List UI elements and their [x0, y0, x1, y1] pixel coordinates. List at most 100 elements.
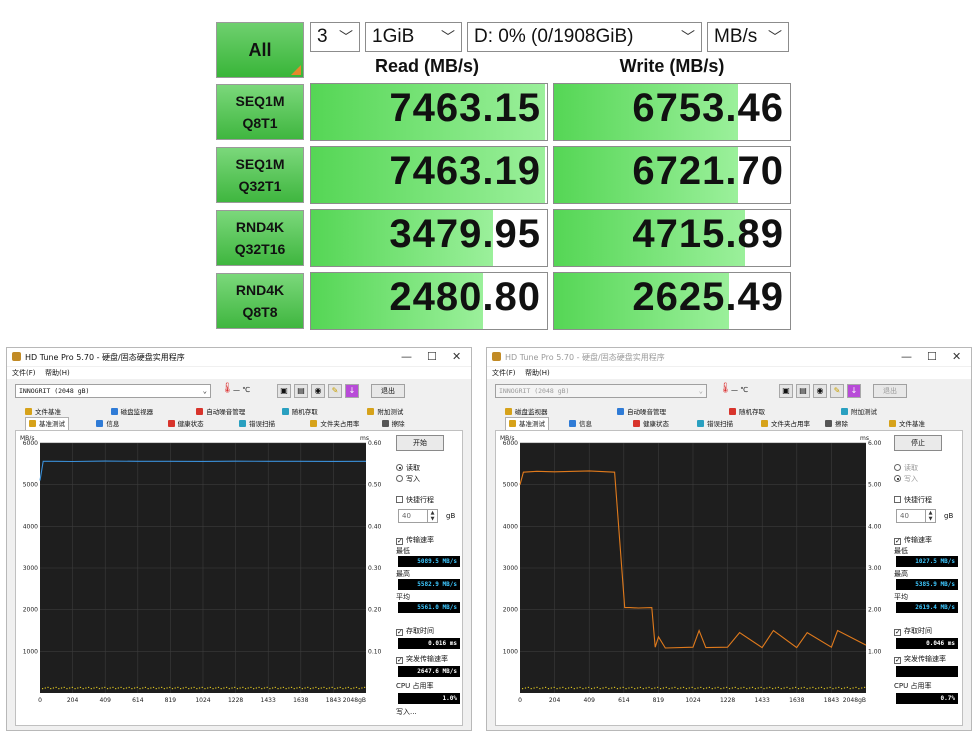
- minimize-icon[interactable]: —: [901, 350, 912, 363]
- download-icon[interactable]: ↓: [847, 384, 861, 398]
- transfer-rate-checkbox[interactable]: ✓ 传输速率: [396, 535, 434, 545]
- avg-value: 5561.0 MB/s: [398, 602, 460, 613]
- tab-3[interactable]: 错误扫描: [697, 418, 733, 430]
- spinner-arrows-icon[interactable]: ▲ ▼: [427, 510, 437, 522]
- short-stroke-checkbox[interactable]: 快捷行程: [396, 495, 434, 505]
- test-size-select[interactable]: 1GiB ﹀: [365, 22, 462, 52]
- tab-1[interactable]: 信息: [96, 418, 119, 430]
- copy-icon[interactable]: ▣: [779, 384, 793, 398]
- access-time-checkbox[interactable]: ✓ 存取时间: [396, 626, 434, 636]
- access-time-point: [58, 688, 60, 690]
- access-time-point: [188, 688, 190, 690]
- tab-3[interactable]: 附加测试: [841, 406, 877, 418]
- menu-file[interactable]: 文件(F): [12, 368, 36, 378]
- tab-4[interactable]: 文件夹占用率: [761, 418, 810, 430]
- copy-all-icon[interactable]: ▤: [294, 384, 308, 398]
- write-result-value: 2625.49: [632, 275, 784, 319]
- tab-5[interactable]: 擦除: [825, 418, 848, 430]
- burst-rate-checkbox[interactable]: ✓ 突发传输速率: [894, 654, 946, 664]
- test-button-3[interactable]: RND4K Q8T8: [216, 273, 304, 329]
- options-icon[interactable]: ✎: [830, 384, 844, 398]
- spinner-arrows-icon[interactable]: ▲ ▼: [925, 510, 935, 522]
- tab-4[interactable]: 文件夹占用率: [310, 418, 359, 430]
- burst-rate-value: [896, 666, 958, 677]
- tab-label: 健康状态: [177, 420, 204, 428]
- tab-4[interactable]: 附加测试: [367, 406, 403, 418]
- tab-icon: [697, 420, 704, 427]
- access-time-checkbox[interactable]: ✓ 存取时间: [894, 626, 932, 636]
- drive-select[interactable]: D: 0% (0/1908GiB) ﹀: [467, 22, 702, 52]
- test-count-value: 3: [317, 26, 328, 47]
- maximize-icon[interactable]: ☐: [927, 350, 937, 363]
- app-icon: [12, 352, 21, 361]
- maximize-icon[interactable]: ☐: [427, 350, 437, 363]
- tab-2[interactable]: 健康状态: [167, 418, 204, 430]
- read-radio[interactable]: 读取: [894, 463, 918, 473]
- access-time-point: [573, 688, 575, 690]
- tab-label: 擦除: [391, 420, 405, 428]
- access-time-point: [766, 687, 768, 689]
- exit-button[interactable]: 退出: [371, 384, 405, 398]
- write-radio[interactable]: 写入: [894, 474, 918, 484]
- tab-1[interactable]: 自动噪音管理: [617, 406, 666, 418]
- all-button[interactable]: All: [216, 22, 304, 78]
- options-icon[interactable]: ✎: [328, 384, 342, 398]
- close-icon[interactable]: ✕: [952, 350, 961, 363]
- access-time-point: [77, 687, 79, 689]
- transfer-rate-checkbox[interactable]: ✓ 传输速率: [894, 535, 932, 545]
- tab-0[interactable]: 基准测试: [25, 417, 69, 431]
- tab-label: 磁盘监视器: [515, 408, 548, 416]
- tab-3[interactable]: 随机存取: [281, 406, 318, 418]
- tab-2[interactable]: 健康状态: [633, 418, 669, 430]
- tab-0[interactable]: 基准测试: [505, 417, 549, 431]
- read-radio[interactable]: 读取: [396, 463, 420, 473]
- access-time-point: [134, 687, 136, 689]
- tab-5[interactable]: 擦除: [381, 418, 405, 430]
- tab-row-bottom: 基准测试 信息 健康状态 错误扫描 文件夹占用率 擦除 文件基准: [495, 417, 963, 431]
- unit-select[interactable]: MB/s ﹀: [707, 22, 789, 52]
- test-button-1[interactable]: SEQ1M Q32T1: [216, 147, 304, 203]
- exit-button[interactable]: 退出: [873, 384, 907, 398]
- access-time-point: [136, 686, 138, 688]
- test-count-select[interactable]: 3 ﹀: [310, 22, 360, 52]
- close-icon[interactable]: ✕: [452, 350, 461, 363]
- minimize-icon[interactable]: —: [401, 350, 412, 363]
- drive-select[interactable]: INNOGRIT (2048 gB) ⌄: [15, 384, 211, 398]
- access-time-point: [582, 688, 584, 690]
- camera-icon[interactable]: ◉: [311, 384, 325, 398]
- access-time-point: [723, 687, 725, 689]
- chevron-down-icon: ⌄: [698, 387, 703, 395]
- menu-file[interactable]: 文件(F): [492, 368, 516, 378]
- tab-2[interactable]: 自动噪音管理: [196, 406, 245, 418]
- drive-select[interactable]: INNOGRIT (2048 gB) ⌄: [495, 384, 707, 398]
- menu-help[interactable]: 帮助(H): [45, 368, 70, 378]
- write-radio-label: 写入: [904, 475, 918, 483]
- start-button[interactable]: 开始: [396, 435, 444, 451]
- short-stroke-checkbox[interactable]: 快捷行程: [894, 495, 932, 505]
- temperature-value: — ℃: [233, 386, 251, 394]
- short-stroke-input[interactable]: 40 ▲ ▼: [398, 509, 438, 523]
- access-time-point: [849, 688, 851, 690]
- access-time-point: [315, 686, 317, 688]
- x-tick-label: 1638: [293, 697, 308, 704]
- access-time-point: [818, 687, 820, 689]
- tab-2[interactable]: 随机存取: [729, 406, 765, 418]
- test-button-0[interactable]: SEQ1M Q8T1: [216, 84, 304, 140]
- download-icon[interactable]: ↓: [345, 384, 359, 398]
- burst-rate-checkbox[interactable]: ✓ 突发传输速率: [396, 654, 448, 664]
- access-time-label: 存取时间: [904, 627, 932, 635]
- read-header: Read (MB/s): [374, 56, 479, 76]
- copy-icon[interactable]: ▣: [277, 384, 291, 398]
- write-radio[interactable]: 写入: [396, 474, 420, 484]
- tab-6[interactable]: 文件基准: [889, 418, 925, 430]
- access-time-point: [247, 687, 249, 689]
- short-stroke-input[interactable]: 40 ▲ ▼: [896, 509, 936, 523]
- tab-1[interactable]: 磁盘监视器: [110, 406, 153, 418]
- camera-icon[interactable]: ◉: [813, 384, 827, 398]
- tab-3[interactable]: 错误扫描: [239, 418, 275, 430]
- tab-1[interactable]: 信息: [569, 418, 592, 430]
- copy-all-icon[interactable]: ▤: [796, 384, 810, 398]
- test-button-2[interactable]: RND4K Q32T16: [216, 210, 304, 266]
- stop-button[interactable]: 停止: [894, 435, 942, 451]
- menu-help[interactable]: 帮助(H): [525, 368, 550, 378]
